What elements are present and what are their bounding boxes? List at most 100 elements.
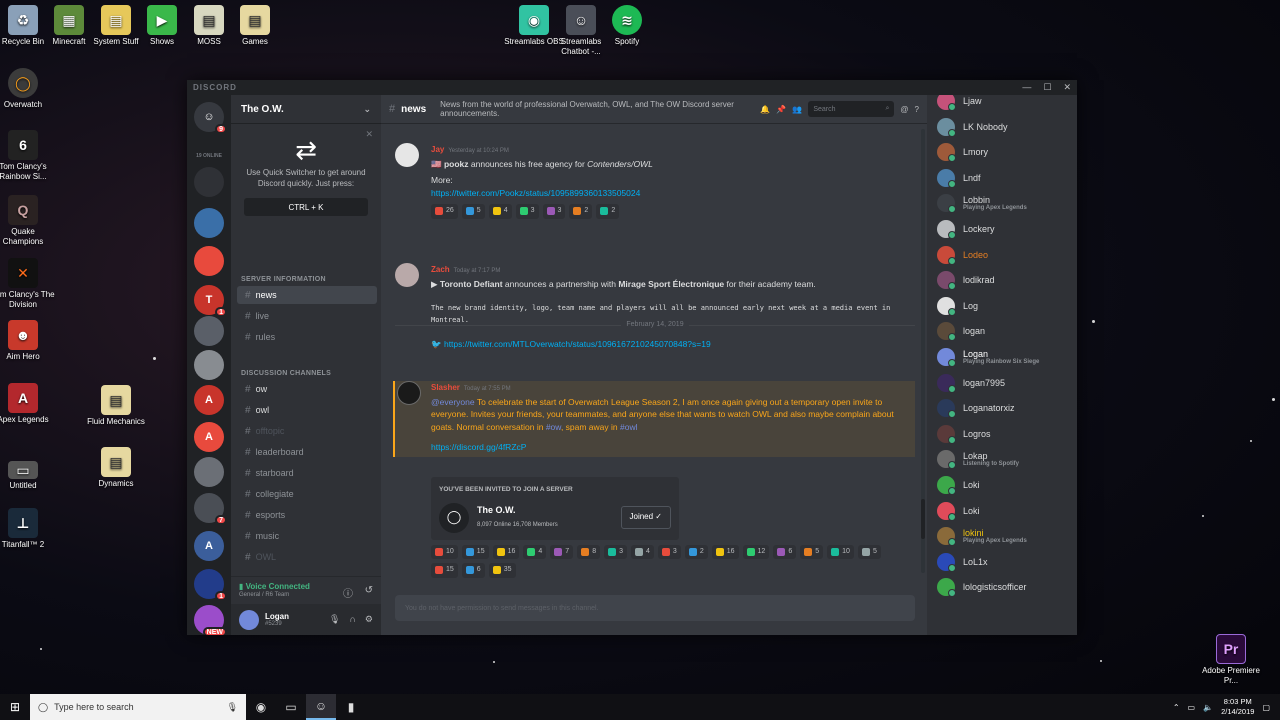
reaction[interactable]: 3 [542, 204, 566, 219]
server-icon[interactable]: A [194, 531, 224, 561]
home-button[interactable]: ☺ 9 [194, 102, 227, 134]
mention-icon[interactable]: @ [900, 105, 908, 114]
bell-icon[interactable]: 🔔 [760, 105, 770, 114]
microphone-icon[interactable]: 🎙 [329, 614, 340, 625]
close-button[interactable]: ✕ [1063, 82, 1071, 93]
reaction[interactable]: 6 [461, 563, 485, 578]
member-item[interactable]: lodikrad [937, 269, 995, 291]
server-icon[interactable] [194, 208, 224, 238]
reaction[interactable]: 3 [515, 204, 539, 219]
server-icon[interactable] [194, 246, 224, 276]
message-author[interactable]: Slasher [431, 383, 460, 392]
joined-button[interactable]: Joined ✓ [620, 506, 671, 529]
member-item[interactable]: logan [937, 320, 985, 342]
members-icon[interactable]: 👥 [792, 105, 802, 114]
member-item[interactable]: Lndf [937, 167, 981, 189]
member-item[interactable]: Log [937, 295, 978, 317]
member-item[interactable]: Loki [937, 500, 980, 522]
desktop-icon-quake[interactable]: Q Quake Champions [0, 195, 55, 247]
chrome-icon[interactable]: ◉ [246, 694, 276, 720]
reaction[interactable]: 26 [431, 204, 458, 219]
reaction[interactable]: 8 [577, 544, 601, 559]
server-icon[interactable]: NEW [194, 605, 227, 635]
server-icon[interactable]: T1 [194, 285, 227, 317]
reaction[interactable]: 3 [657, 544, 681, 559]
scrollbar[interactable] [921, 129, 925, 573]
reaction[interactable]: 6 [773, 544, 797, 559]
reaction[interactable]: 10 [827, 544, 854, 559]
windows-start-icon[interactable]: ⊞ [0, 700, 30, 714]
member-item[interactable]: LK Nobody [937, 116, 1008, 138]
channel-collegiate[interactable]: # collegiate [237, 485, 377, 503]
reaction[interactable]: 7 [550, 544, 574, 559]
channel-owl[interactable]: # owl [237, 401, 377, 419]
everyone-mention[interactable]: @everyone [431, 397, 475, 407]
channel-news[interactable]: # news [237, 286, 377, 304]
reaction[interactable]: 10 [431, 544, 458, 559]
message-link[interactable]: https://twitter.com/Pookz/status/1095899… [431, 187, 915, 200]
message-author[interactable]: Jay [431, 145, 444, 154]
message-link[interactable]: https://twitter.com/MTLOverwatch/status/… [444, 339, 711, 349]
member-item[interactable]: Logros [937, 423, 991, 445]
server-icon[interactable]: A [194, 385, 224, 415]
avatar[interactable] [397, 381, 421, 405]
server-icon[interactable]: 7 [194, 493, 227, 525]
channel-ow[interactable]: # ow [237, 380, 377, 398]
channel-owl[interactable]: # OWL [237, 548, 377, 566]
terminal-taskbar-icon[interactable]: ▮ [336, 694, 366, 720]
channel-rules[interactable]: # rules [237, 328, 377, 346]
desktop-icon-overwatch[interactable]: ◯ Overwatch [0, 68, 55, 110]
avatar[interactable] [395, 143, 419, 167]
channel-leaderboard[interactable]: # leaderboard [237, 443, 377, 461]
desktop-icon-titanfall[interactable]: ⊥ Titanfall™ 2 [0, 508, 55, 550]
search-input[interactable]: Search ⌕ [808, 101, 895, 117]
reaction[interactable]: 12 [742, 544, 770, 559]
scrollbar-thumb[interactable] [921, 499, 925, 539]
taskbar-search-input[interactable]: ◯ Type here to search 🎙 [30, 694, 246, 720]
server-icon[interactable]: A [194, 422, 224, 452]
reaction[interactable]: 3 [604, 544, 628, 559]
avatar[interactable] [395, 263, 419, 287]
file-explorer-icon[interactable]: ▭ [276, 694, 306, 720]
server-header[interactable]: The O.W. ⌄ [231, 95, 381, 124]
notification-icon[interactable]: ▢ [1262, 703, 1270, 712]
member-item[interactable]: Lmory [937, 141, 988, 163]
server-icon[interactable] [194, 316, 224, 346]
reaction[interactable]: 4 [631, 544, 654, 559]
message-author[interactable]: Zach [431, 265, 450, 274]
desktop-icon-dynamics[interactable]: ▤ Dynamics [84, 447, 148, 489]
reaction[interactable]: 16 [711, 544, 739, 559]
reaction[interactable]: 2 [684, 544, 708, 559]
member-item[interactable]: lokini Playing Apex Legends [937, 525, 1027, 547]
server-icon[interactable] [194, 167, 224, 197]
server-icon[interactable]: 1 [194, 569, 227, 601]
channel-starboard[interactable]: # starboard [237, 464, 377, 482]
reaction[interactable]: 5 [857, 544, 881, 559]
member-item[interactable]: Loki [937, 474, 980, 496]
microphone-icon[interactable]: 🎙 [227, 702, 238, 713]
channel-topic[interactable]: News from the world of professional Over… [440, 100, 754, 118]
member-item[interactable]: lologisticsofficer [937, 576, 1026, 598]
member-item[interactable]: LoL1x [937, 551, 988, 573]
reaction[interactable]: 35 [488, 563, 516, 578]
discord-taskbar-icon[interactable]: ☺ [306, 694, 336, 720]
desktop-icon-rainbow-six[interactable]: 6 Tom Clancy's Rainbow Si... [0, 130, 55, 182]
reaction[interactable]: 2 [569, 204, 593, 219]
member-item[interactable]: Logan Playing Rainbow Six Siege [937, 346, 1039, 368]
reaction[interactable]: 15 [431, 563, 458, 578]
pin-icon[interactable]: 📌 [776, 105, 786, 114]
avatar[interactable] [239, 609, 259, 630]
member-item[interactable]: Loganatorxiz [937, 397, 1015, 419]
desktop-icon-premiere[interactable]: Pr Adobe Premiere Pr... [1199, 634, 1263, 686]
desktop-icon-aim-hero[interactable]: ☻ Aim Hero [0, 320, 55, 362]
desktop-icon-division[interactable]: ✕ Tom Clancy's The Division [0, 258, 55, 310]
category-discussion-channels[interactable]: DISCUSSION CHANNELS [241, 370, 331, 377]
desktop-icon-untitled[interactable]: ▭ Untitled [0, 455, 55, 491]
channel-offtopic[interactable]: # offtopic [237, 422, 377, 440]
reaction[interactable]: 2 [596, 204, 620, 219]
maximize-button[interactable]: ☐ [1043, 82, 1051, 93]
info-icon[interactable]: ⓘ [343, 585, 353, 600]
server-icon[interactable] [194, 457, 224, 487]
member-item[interactable]: Lokap Listening to Spotify [937, 448, 1019, 470]
message-input[interactable]: You do not have permission to send messa… [395, 595, 915, 621]
